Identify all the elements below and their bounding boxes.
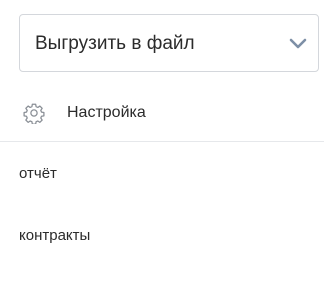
menu-item-settings[interactable]: Настройка [0,84,324,142]
gear-icon [23,102,45,125]
menu-item-settings-label: Настройка [67,103,146,121]
menu-item-report-label: отчёт [19,164,57,182]
export-to-file-dropdown[interactable]: Выгрузить в файл [19,14,319,72]
menu-item-contracts-label: контракты [19,226,91,244]
chevron-down-icon [288,37,308,51]
menu-item-contracts[interactable]: контракты [0,204,324,266]
menu-item-report[interactable]: отчёт [0,142,324,204]
export-panel: Выгрузить в файл Настройка отчёт контрак… [0,0,324,292]
export-dropdown-label: Выгрузить в файл [35,33,195,54]
dropdown-menu: Настройка отчёт контракты [0,84,324,266]
